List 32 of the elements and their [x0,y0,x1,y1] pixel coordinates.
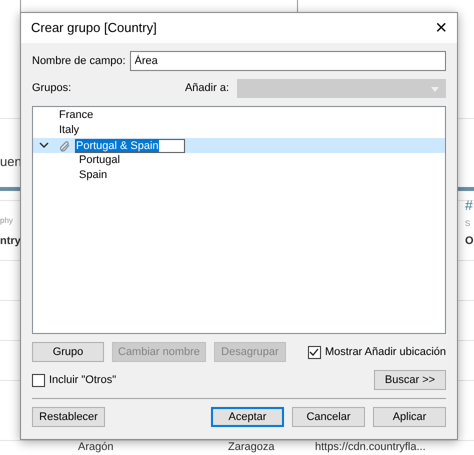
tree-row[interactable]: Spain [33,168,445,183]
table-cell: https://cdn.countryfla... [315,441,426,454]
close-icon[interactable]: × [435,18,447,38]
paperclip-icon [59,140,71,152]
search-button[interactable]: Buscar >> [374,370,446,390]
checkbox-label: Mostrar Añadir ubicación [324,344,446,360]
groups-label: Grupos: [32,81,72,96]
tree-row[interactable]: Italy [33,123,445,138]
tree-row[interactable]: Portugal [33,153,445,168]
checkbox[interactable] [308,346,321,358]
dialog-button[interactable]: Aplicar [373,407,446,427]
checkbox-label: Incluir "Otros" [49,372,116,388]
background-text: phy [0,215,13,227]
table-cell: Aragón [78,441,114,454]
background-text: O [465,234,474,249]
dialog-button[interactable]: Restablecer [32,407,105,427]
group-name-field[interactable]: Portugal & Spain [75,138,185,152]
tree-row[interactable]: Portugal & Spain [33,138,445,153]
field-label: Nombre de campo: [32,54,126,69]
chevron-down-icon[interactable] [39,142,49,149]
background-text: S [465,218,470,230]
caret-icon [431,87,439,92]
window-title: Crear grupo [Country] [31,19,157,38]
table-cell: Zaragoza [228,441,274,454]
background-text: # [465,196,473,215]
checkbox[interactable] [32,374,45,386]
action-button[interactable]: Grupo [32,342,104,362]
tree-row[interactable]: France [33,108,445,123]
add-to-label: Añadir a: [184,81,229,96]
dialog-button[interactable]: Cancelar [292,407,365,427]
dialog-button[interactable]: Aceptar [211,407,284,427]
background-text: ntry [0,234,21,249]
